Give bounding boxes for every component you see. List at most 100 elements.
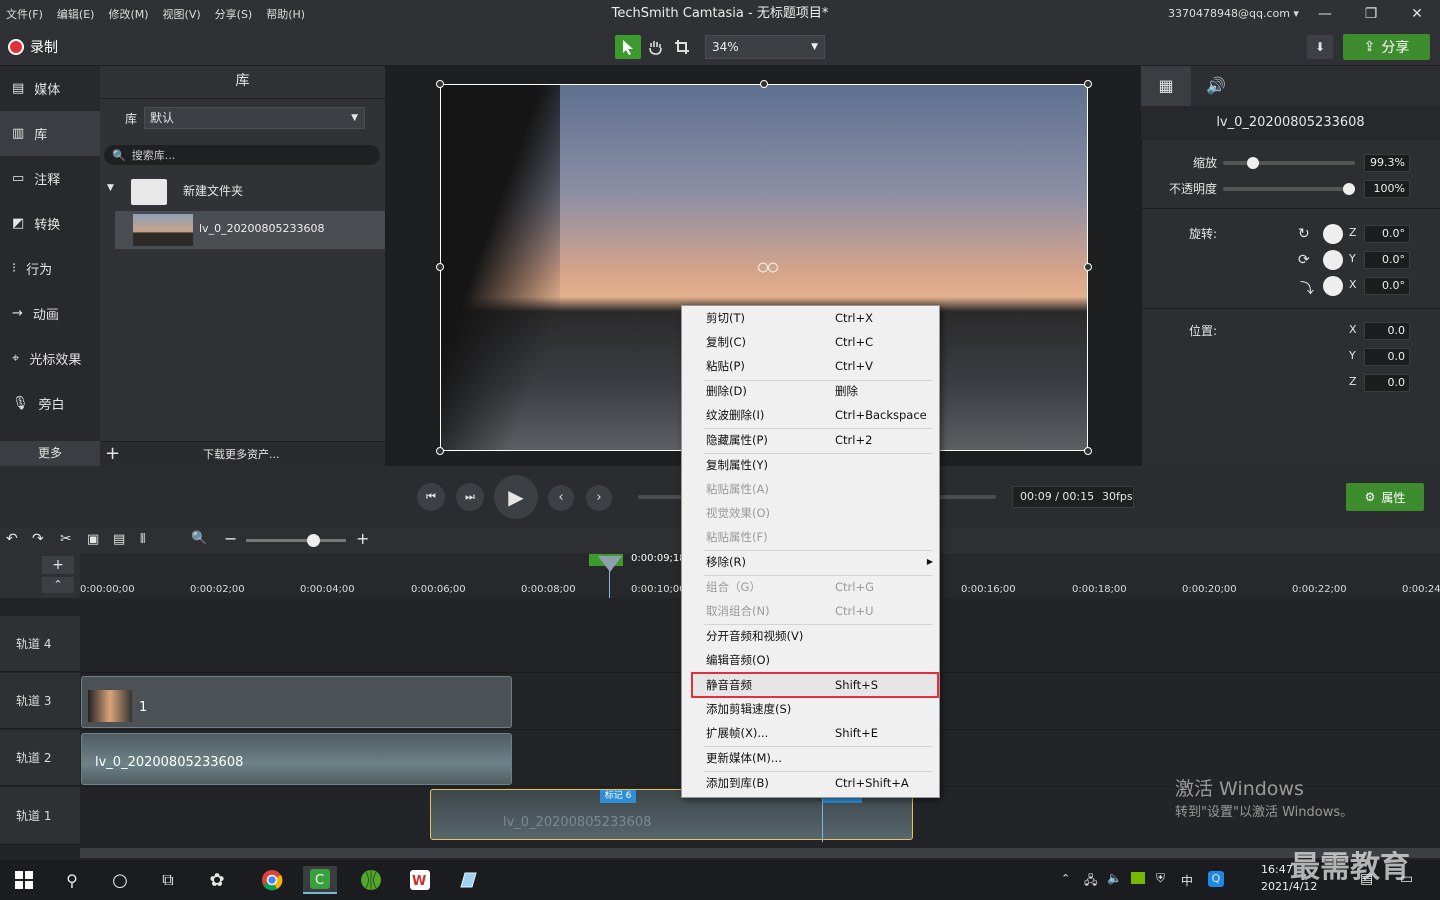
zoom-out-icon[interactable]: − bbox=[224, 529, 237, 548]
add-icon[interactable]: + bbox=[105, 441, 120, 466]
opacity-slider[interactable] bbox=[1223, 183, 1355, 195]
nav-more[interactable]: 更多 bbox=[0, 441, 100, 466]
slider-thumb[interactable] bbox=[307, 534, 320, 547]
position-z-value[interactable]: 0.0 bbox=[1364, 374, 1410, 392]
resize-handle[interactable] bbox=[436, 80, 444, 88]
camtasia-icon[interactable]: C bbox=[303, 866, 337, 894]
menu-item-update-media[interactable]: 更新媒体(M)... bbox=[682, 746, 939, 770]
resize-handle[interactable] bbox=[436, 447, 444, 455]
center-handle-icon[interactable] bbox=[758, 262, 778, 273]
nav-library[interactable]: ▥ 库 bbox=[0, 111, 100, 156]
library-select[interactable]: 默认 ▼ bbox=[144, 107, 365, 129]
rotate-y-value[interactable]: 0.0° bbox=[1364, 251, 1410, 269]
redo-icon[interactable]: ↷ bbox=[32, 531, 44, 547]
menu-item-copy-properties[interactable]: 复制属性(Y) bbox=[682, 453, 939, 477]
marker-6[interactable]: 标记 6 bbox=[600, 790, 636, 803]
undo-icon[interactable]: ↶ bbox=[6, 531, 18, 547]
next-marker-icon[interactable]: › bbox=[586, 485, 612, 511]
add-track-icon[interactable]: + bbox=[42, 556, 74, 574]
menu-item-ungroup[interactable]: 取消组合(N) Ctrl+U bbox=[682, 599, 939, 623]
rotate-y-dial[interactable] bbox=[1323, 250, 1343, 270]
previous-marker-icon[interactable]: ‹ bbox=[548, 485, 574, 511]
step-forward-icon[interactable]: ⏭ bbox=[456, 483, 484, 511]
menu-item-extend-frame[interactable]: 扩展帧(X)... Shift+E bbox=[682, 721, 939, 745]
track-header-4[interactable]: 轨道 4 bbox=[0, 616, 80, 672]
position-y-value[interactable]: 0.0 bbox=[1364, 348, 1410, 366]
timeline-scrollbar[interactable] bbox=[80, 848, 1440, 858]
search-icon[interactable]: ⚲ bbox=[55, 866, 89, 894]
download-icon[interactable]: ⬇ bbox=[1307, 35, 1333, 59]
properties-button[interactable]: ⚙ 属性 bbox=[1346, 483, 1424, 511]
minimize-icon[interactable]: — bbox=[1302, 0, 1348, 28]
copy-icon[interactable]: ▣ bbox=[87, 532, 99, 547]
chevron-up-icon[interactable]: ⌃ bbox=[1061, 872, 1070, 885]
rotate-z-dial[interactable] bbox=[1323, 224, 1343, 244]
track-header-3[interactable]: 轨道 3 bbox=[0, 673, 80, 729]
split-icon[interactable]: ⫴ bbox=[140, 532, 145, 547]
menu-item-remove[interactable]: 移除(R) ▶ bbox=[682, 550, 939, 574]
timeline-zoom-slider[interactable] bbox=[246, 534, 346, 547]
nav-annotations[interactable]: ▭ 注释 bbox=[0, 156, 100, 201]
chevron-up-icon[interactable]: ⌃ bbox=[42, 577, 74, 593]
menu-item-paste-properties-f[interactable]: 粘贴属性(F) bbox=[682, 525, 939, 549]
resize-handle[interactable] bbox=[1084, 447, 1092, 455]
nav-behaviors[interactable]: ⁝ 行为 bbox=[0, 246, 100, 291]
resize-handle[interactable] bbox=[1084, 80, 1092, 88]
rotate-z-value[interactable]: 0.0° bbox=[1364, 225, 1410, 243]
play-icon[interactable]: ▶ bbox=[494, 475, 538, 519]
track-header-1[interactable]: 轨道 1 bbox=[0, 787, 80, 845]
resize-handle[interactable] bbox=[436, 263, 444, 271]
nav-voice-narration[interactable]: 🎙 旁白 bbox=[0, 381, 100, 426]
scale-value[interactable]: 99.3% bbox=[1364, 154, 1410, 172]
zoom-in-icon[interactable]: + bbox=[356, 529, 369, 548]
chevron-down-icon[interactable]: ▼ bbox=[107, 183, 114, 193]
menu-item-paste[interactable]: 粘贴(P) Ctrl+V bbox=[682, 354, 939, 378]
download-more-assets-link[interactable]: 下载更多资产... bbox=[203, 446, 280, 462]
pan-tool-icon[interactable] bbox=[642, 35, 668, 59]
melon-app-icon[interactable] bbox=[354, 866, 388, 894]
nav-animations[interactable]: → 动画 bbox=[0, 291, 100, 336]
chrome-icon[interactable] bbox=[255, 866, 289, 894]
close-icon[interactable]: ✕ bbox=[1394, 0, 1440, 28]
menu-item-visual-effects[interactable]: 视觉效果(O) bbox=[682, 501, 939, 525]
rotate-x-value[interactable]: 0.0° bbox=[1364, 277, 1410, 295]
menu-item-add-clip-speed[interactable]: 添加剪辑速度(S) bbox=[682, 697, 939, 721]
paste-icon[interactable]: ▤ bbox=[113, 532, 125, 547]
volume-icon[interactable]: 🔈 bbox=[1107, 871, 1122, 885]
rotate-x-dial[interactable] bbox=[1323, 276, 1343, 296]
nav-cursor-effects[interactable]: ⌖ 光标效果 bbox=[0, 336, 100, 381]
clock-time[interactable]: 16:47 bbox=[1261, 863, 1293, 876]
menu-item-paste-properties[interactable]: 粘贴属性(A) bbox=[682, 477, 939, 501]
crop-tool-icon[interactable] bbox=[669, 35, 695, 59]
track-header-2[interactable]: 轨道 2 bbox=[0, 730, 80, 786]
menu-item-copy[interactable]: 复制(C) Ctrl+C bbox=[682, 330, 939, 354]
select-tool-icon[interactable] bbox=[615, 35, 641, 59]
scale-slider[interactable] bbox=[1223, 157, 1355, 169]
windows-start-icon[interactable] bbox=[7, 866, 41, 894]
menu-item-mute-audio[interactable]: 静音音频 Shift+S bbox=[691, 672, 939, 698]
visual-properties-tab-icon[interactable]: ▦ bbox=[1141, 66, 1191, 106]
cortana-icon[interactable]: ○ bbox=[103, 866, 137, 894]
menu-item-cut[interactable]: 剪切(T) Ctrl+X bbox=[682, 306, 939, 330]
menu-item-ripple-delete[interactable]: 纹波删除(I) Ctrl+Backspace bbox=[682, 403, 939, 427]
qq-icon[interactable]: Q bbox=[1208, 871, 1224, 887]
task-view-icon[interactable]: ⧉ bbox=[151, 866, 185, 894]
slider-thumb[interactable] bbox=[1247, 157, 1259, 169]
shield-icon[interactable]: ⛨ bbox=[1156, 871, 1165, 886]
zoom-icon[interactable]: 🔍 bbox=[191, 531, 207, 546]
network-icon[interactable]: 🖧 bbox=[1084, 871, 1097, 892]
nvidia-icon[interactable] bbox=[1131, 872, 1145, 884]
record-button[interactable]: 录制 bbox=[8, 37, 58, 57]
resize-handle[interactable] bbox=[760, 80, 768, 88]
position-x-value[interactable]: 0.0 bbox=[1364, 322, 1410, 340]
share-button[interactable]: ⇪ 分享 bbox=[1343, 34, 1430, 60]
pinwheel-app-icon[interactable]: ✿ bbox=[200, 866, 234, 894]
maximize-icon[interactable]: ❐ bbox=[1348, 0, 1394, 28]
account-menu[interactable]: 3370478948@qq.com ▾ bbox=[1168, 0, 1299, 28]
cut-icon[interactable]: ✂ bbox=[60, 531, 72, 547]
menu-item-group[interactable]: 组合（G） Ctrl+G bbox=[682, 575, 939, 599]
slider-thumb[interactable] bbox=[1343, 183, 1355, 195]
menu-item-edit-audio[interactable]: 编辑音频(O) bbox=[682, 648, 939, 672]
menu-item-add-to-library[interactable]: 添加到库(B) Ctrl+Shift+A bbox=[682, 771, 939, 795]
step-back-icon[interactable]: ⏮ bbox=[417, 483, 445, 511]
